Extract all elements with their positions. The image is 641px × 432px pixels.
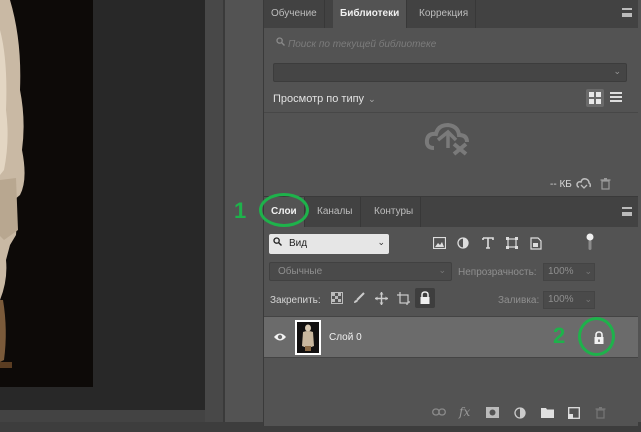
tab-learn[interactable]: Обучение [264,0,325,28]
search-icon [273,237,282,249]
fx-icon[interactable]: fx [459,405,472,419]
fill-value: 100% [548,294,574,305]
tab-libraries[interactable]: Библиотеки [333,0,408,28]
blend-mode-select[interactable]: Обычные ⌄ [269,262,452,281]
folder-icon[interactable] [541,407,554,420]
adjustment-filter-icon[interactable] [457,237,470,250]
pixel-filter-icon[interactable] [432,236,447,250]
list-view-icon[interactable] [610,92,622,104]
canvas-image [0,0,93,387]
canvas-gutter [205,0,223,422]
opacity-field[interactable]: 100% ⌄ [543,263,595,281]
link-icon[interactable] [432,407,446,420]
chevron-down-icon: ⌄ [368,94,376,104]
tab-adjustments[interactable]: Коррекция [412,0,477,28]
filter-toggle-switch[interactable] [586,233,594,251]
type-filter-icon[interactable] [482,237,495,250]
libraries-tabbar: Обучение Библиотеки Коррекция [264,0,638,28]
layers-panel: Слои Каналы Контуры Вид ⌄ Обычные ⌄ Непр… [263,196,638,426]
fill-label: Заливка: [498,295,540,306]
layer-thumbnail[interactable] [295,320,321,355]
eye-icon[interactable] [273,332,287,345]
cut-off-text: . . . . . . . . [359,164,539,168]
lock-all-button[interactable] [415,288,435,308]
library-search-input[interactable] [288,33,628,55]
layer-name[interactable]: Слой 0 [329,332,362,343]
divider [264,112,638,113]
library-search[interactable] [272,33,634,55]
panel-menu-icon[interactable] [622,8,632,17]
shape-filter-icon[interactable] [506,237,519,250]
panel-menu-icon[interactable] [622,207,632,216]
fill-field[interactable]: 100% ⌄ [543,291,595,309]
view-by-label: Просмотр по типу [273,93,365,105]
lock-position-icon[interactable] [375,292,388,305]
chevron-down-icon: ⌄ [438,265,446,275]
annotation-number-1: 1 [234,198,247,223]
layers-footer: fx [264,402,638,426]
smart-object-filter-icon[interactable] [530,237,543,250]
grid-view-icon[interactable] [586,89,604,107]
libraries-panel: Обучение Библиотеки Коррекция ⌄ Просмотр… [263,0,638,196]
annotation-circle-lock-icon [578,317,615,356]
lock-artboard-icon[interactable] [397,292,410,305]
chevron-down-icon: ⌄ [584,266,592,276]
storage-size: -- КБ [550,179,572,190]
lock-label: Закрепить: [270,295,321,306]
filter-value: Вид [289,238,308,249]
trash-icon[interactable] [595,407,608,420]
opacity-value: 100% [548,266,574,277]
trash-icon[interactable] [600,178,611,193]
blend-mode-value: Обычные [278,266,323,277]
chevron-down-icon: ⌄ [377,237,385,247]
annotation-number-2: 2 [553,323,566,348]
mask-icon[interactable] [486,407,499,420]
canvas-horizontal-scrollbar[interactable] [0,410,205,422]
lock-transparent-pixels-icon[interactable] [331,292,344,305]
new-layer-icon[interactable] [568,407,581,420]
chevron-down-icon: ⌄ [613,66,621,76]
tab-channels[interactable]: Каналы [310,197,361,227]
library-select[interactable]: ⌄ [273,63,627,82]
layer-filter-select[interactable]: Вид ⌄ [269,234,389,254]
layers-tabbar: Слои Каналы Контуры [264,197,638,227]
lock-image-pixels-icon[interactable] [353,292,366,305]
sync-icon[interactable] [576,177,592,194]
document-canvas[interactable] [0,0,205,410]
adjustment-icon[interactable] [514,407,527,420]
opacity-label: Непрозрачность: [458,267,537,278]
annotation-circle-layers-tab [259,193,309,227]
chevron-down-icon: ⌄ [584,294,592,304]
tab-paths[interactable]: Контуры [367,197,422,227]
cloud-offline-icon [424,122,472,159]
search-icon [276,37,285,49]
view-by-type-dropdown[interactable]: Просмотр по типу ⌄ [273,93,376,105]
